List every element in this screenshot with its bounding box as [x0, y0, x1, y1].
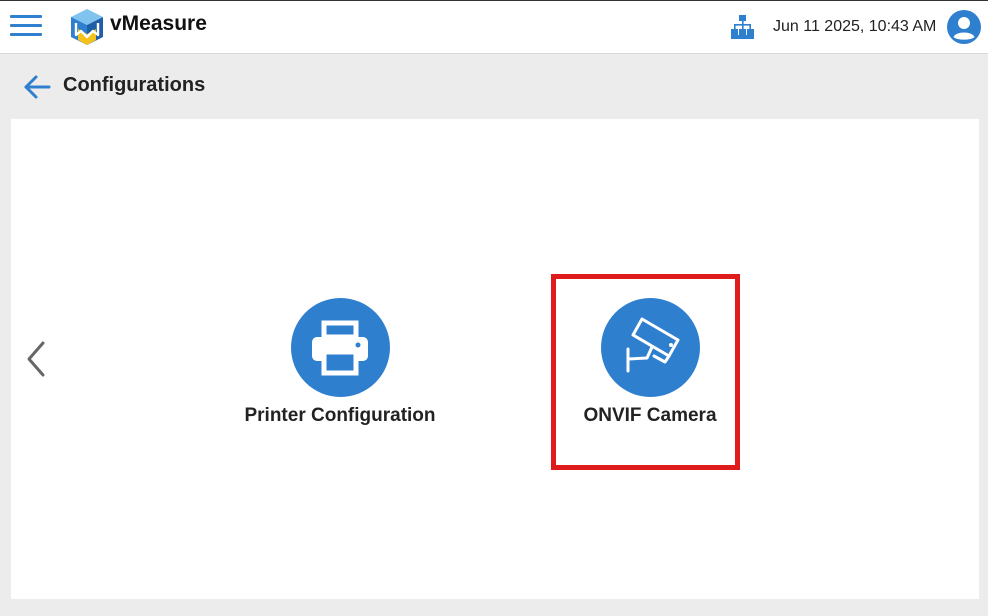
- printer-configuration-tile[interactable]: Printer Configuration: [240, 298, 440, 427]
- printer-configuration-label: Printer Configuration: [244, 405, 436, 426]
- onvif-camera-tile[interactable]: ONVIF Camera: [560, 298, 740, 427]
- back-arrow-icon[interactable]: [22, 72, 52, 102]
- page-title: Configurations: [63, 74, 206, 96]
- printer-icon: [312, 320, 368, 375]
- top-bar: vMeasure Jun 11 2025, 10:43 AM: [0, 0, 988, 54]
- network-hierarchy-icon[interactable]: [731, 15, 754, 39]
- brand-name: vMeasure: [110, 12, 207, 35]
- cctv-camera-icon: [626, 317, 680, 372]
- user-avatar-icon[interactable]: [947, 10, 981, 44]
- printer-icon-circle[interactable]: [290, 298, 390, 397]
- onvif-camera-label: ONVIF Camera: [583, 405, 717, 426]
- camera-icon-circle[interactable]: [600, 298, 700, 397]
- datetime-display: Jun 11 2025, 10:43 AM: [773, 18, 937, 35]
- page-header: Configurations: [0, 55, 988, 118]
- vmeasure-logo-icon: [71, 9, 103, 45]
- chevron-left-icon[interactable]: [23, 339, 49, 379]
- configuration-panel: Printer Configuration ONVIF Camera: [11, 119, 979, 599]
- hamburger-menu-icon[interactable]: [10, 14, 42, 38]
